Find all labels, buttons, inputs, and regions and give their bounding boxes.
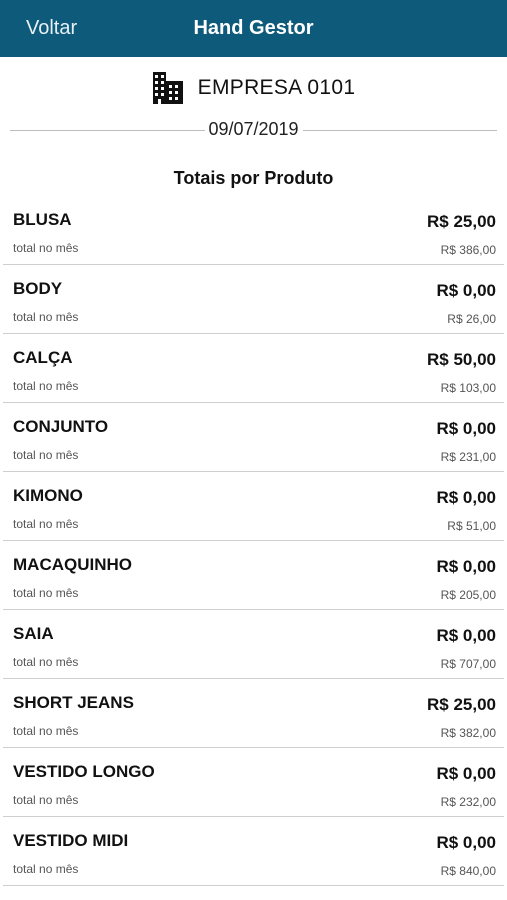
product-value: R$ 0,00 — [436, 419, 496, 438]
month-total-value: R$ 231,00 — [440, 450, 496, 464]
month-total-value: R$ 26,00 — [447, 312, 496, 326]
month-total-label: total no mês — [13, 793, 79, 807]
list-item[interactable]: CALÇA total no mês R$ 50,00 R$ 103,00 — [3, 334, 504, 403]
list-item[interactable]: BLUSA total no mês R$ 25,00 R$ 386,00 — [3, 196, 504, 265]
product-value: R$ 0,00 — [436, 557, 496, 576]
product-name: MACAQUINHO — [13, 555, 132, 574]
month-total-label: total no mês — [13, 724, 79, 738]
product-name: CONJUNTO — [13, 417, 109, 436]
list-item[interactable]: SHORT JEANS total no mês R$ 25,00 R$ 382… — [3, 679, 504, 748]
month-total-value: R$ 205,00 — [440, 588, 496, 602]
product-name: VESTIDO MIDI — [13, 831, 129, 850]
month-total-label: total no mês — [13, 517, 79, 531]
product-value: R$ 0,00 — [436, 833, 496, 852]
product-name: SHORT JEANS — [13, 693, 134, 712]
product-value: R$ 25,00 — [427, 695, 496, 714]
building-icon — [152, 72, 184, 104]
month-total-value: R$ 707,00 — [440, 657, 496, 671]
nav-bar: Voltar Hand Gestor — [0, 0, 507, 57]
month-total-value: R$ 840,00 — [440, 864, 496, 878]
product-name: BLUSA — [13, 210, 72, 229]
product-list: BLUSA total no mês R$ 25,00 R$ 386,00 BO… — [0, 196, 507, 886]
product-value: R$ 0,00 — [436, 281, 496, 300]
month-total-label: total no mês — [13, 241, 79, 255]
product-name: SAIA — [13, 624, 54, 643]
list-item[interactable]: KIMONO total no mês R$ 0,00 R$ 51,00 — [3, 472, 504, 541]
month-total-value: R$ 103,00 — [440, 381, 496, 395]
company-header: EMPRESA 0101 — [0, 70, 507, 106]
month-total-value: R$ 232,00 — [440, 795, 496, 809]
product-value: R$ 0,00 — [436, 764, 496, 783]
product-name: CALÇA — [13, 348, 73, 367]
page-title: Hand Gestor — [193, 17, 314, 39]
list-item[interactable]: SAIA total no mês R$ 0,00 R$ 707,00 — [3, 610, 504, 679]
date-row: 09/07/2019 — [10, 117, 497, 143]
list-item[interactable]: VESTIDO MIDI total no mês R$ 0,00 R$ 840… — [3, 817, 504, 886]
section-title: Totais por Produto — [173, 168, 334, 188]
list-item[interactable]: MACAQUINHO total no mês R$ 0,00 R$ 205,0… — [3, 541, 504, 610]
product-name: KIMONO — [13, 486, 83, 505]
product-value: R$ 25,00 — [427, 212, 496, 231]
month-total-label: total no mês — [13, 448, 79, 462]
list-item[interactable]: BODY total no mês R$ 0,00 R$ 26,00 — [3, 265, 504, 334]
company-name: EMPRESA 0101 — [197, 76, 356, 99]
month-total-label: total no mês — [13, 379, 79, 393]
month-total-label: total no mês — [13, 586, 79, 600]
list-item[interactable]: VESTIDO LONGO total no mês R$ 0,00 R$ 23… — [3, 748, 504, 817]
month-total-label: total no mês — [13, 862, 79, 876]
product-value: R$ 0,00 — [436, 626, 496, 645]
product-name: BODY — [13, 279, 63, 298]
month-total-value: R$ 386,00 — [440, 243, 496, 257]
date-label: 09/07/2019 — [204, 119, 303, 140]
month-total-value: R$ 382,00 — [440, 726, 496, 740]
product-value: R$ 50,00 — [427, 350, 496, 369]
month-total-value: R$ 51,00 — [447, 519, 496, 533]
product-value: R$ 0,00 — [436, 488, 496, 507]
month-total-label: total no mês — [13, 655, 79, 669]
month-total-label: total no mês — [13, 310, 79, 324]
product-name: VESTIDO LONGO — [13, 762, 155, 781]
list-item[interactable]: CONJUNTO total no mês R$ 0,00 R$ 231,00 — [3, 403, 504, 472]
